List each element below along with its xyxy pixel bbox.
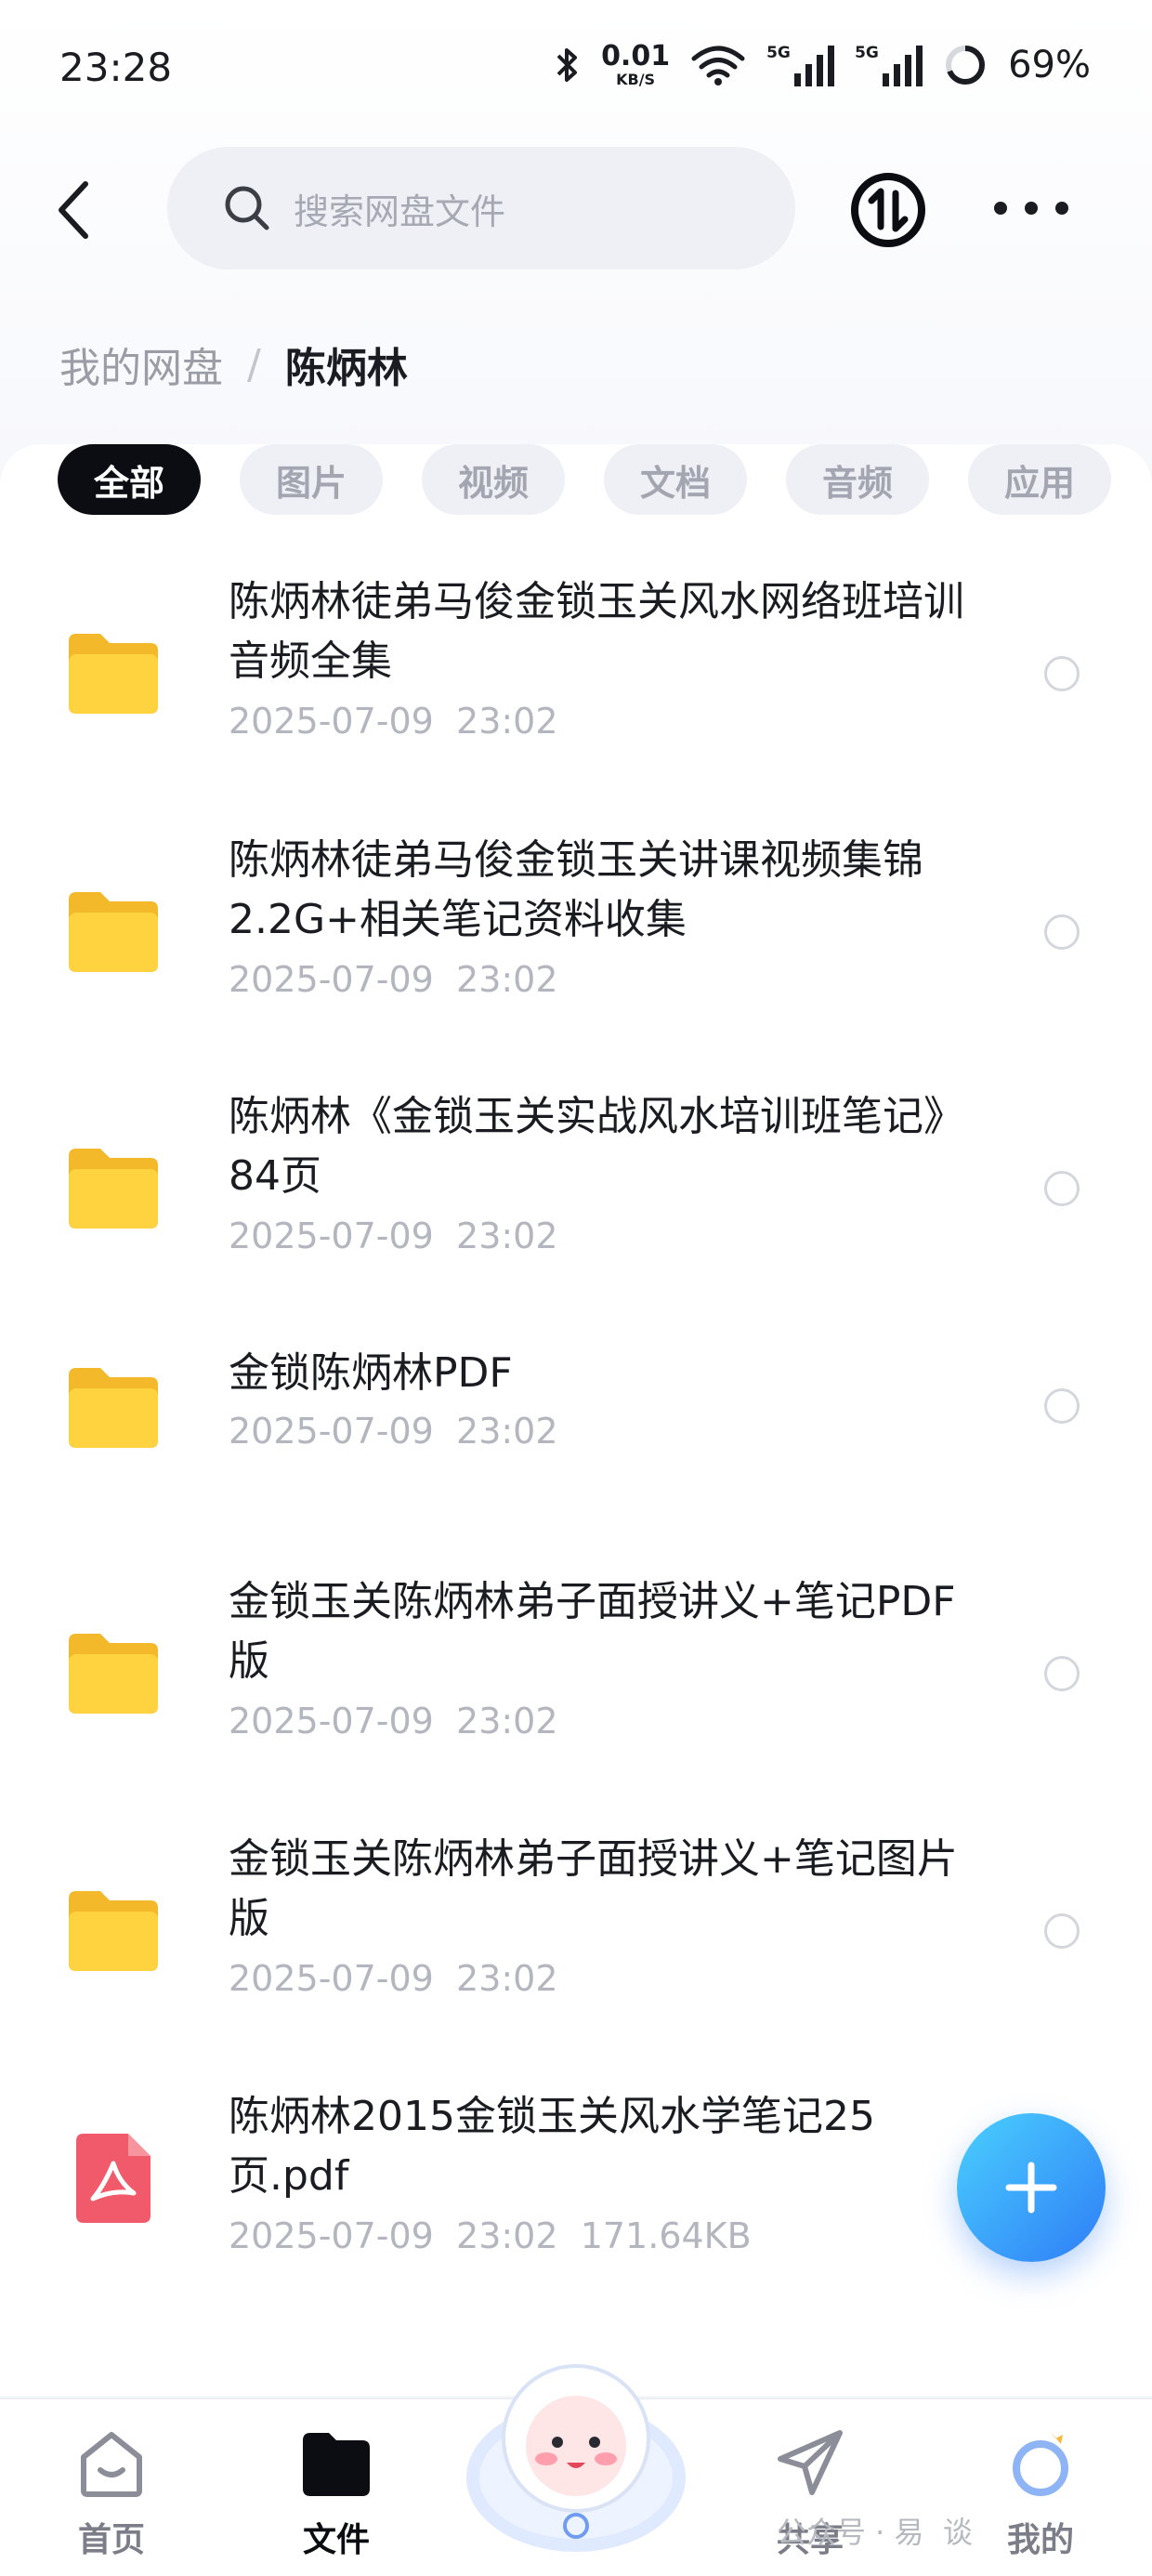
battery-ring-icon <box>946 46 986 85</box>
file-date: 2025-07-09 <box>229 701 434 742</box>
file-time: 23:02 <box>456 1701 558 1741</box>
sim1-label: 5G <box>766 44 791 62</box>
search-icon <box>225 186 269 230</box>
more-options-button[interactable] <box>994 180 1068 236</box>
file-time: 23:02 <box>456 1216 558 1256</box>
file-meta: 2025-07-09 23:02 <box>229 959 558 1000</box>
watermark: 公众号 · 易 谈 <box>777 2515 973 2550</box>
file-panel: 全部 图片 视频 文档 音频 应用 陈炳林徒弟马俊金锁玉关风水网络班培训音频全集… <box>0 444 1152 2396</box>
file-name: 陈炳林徒弟马俊金锁玉关讲课视频集锦2.2G+相关笔记资料收集 <box>229 836 923 943</box>
file-size: 171.64KB <box>580 2215 752 2256</box>
file-meta: 2025-07-09 23:02 <box>229 1216 558 1256</box>
chevron-left-icon <box>59 181 88 239</box>
home-icon <box>81 2432 142 2497</box>
paper-plane-icon <box>778 2430 843 2495</box>
header: 搜索网盘文件 <box>0 139 1152 279</box>
status-time: 23:28 <box>59 45 173 90</box>
folder-icon <box>69 634 158 714</box>
profile-ring-icon <box>1013 2431 1068 2496</box>
folder-icon <box>69 892 158 972</box>
filter-tabs: 全部 图片 视频 文档 音频 应用 <box>58 444 1111 515</box>
search-placeholder: 搜索网盘文件 <box>294 191 506 232</box>
breadcrumb-current: 陈炳林 <box>284 345 408 392</box>
select-radio[interactable] <box>1044 1388 1080 1424</box>
nav-home[interactable]: 首页 <box>37 2425 186 2561</box>
add-button[interactable] <box>957 2113 1106 2262</box>
select-radio[interactable] <box>1044 1656 1080 1691</box>
nav-profile[interactable]: 我的 <box>966 2425 1115 2561</box>
mascot-icon[interactable] <box>457 2338 695 2561</box>
net-speed-unit: KB/S <box>616 71 656 88</box>
nav-home-label: 首页 <box>77 2521 145 2559</box>
file-date: 2025-07-09 <box>229 1216 434 1256</box>
file-time: 23:02 <box>456 1411 558 1452</box>
file-date: 2025-07-09 <box>229 1958 434 1999</box>
list-item[interactable]: 陈炳林徒弟马俊金锁玉关讲课视频集锦2.2G+相关笔记资料收集 2025-07-0… <box>0 831 1152 1035</box>
dot-icon <box>994 202 1007 215</box>
signal-icon: 5G <box>766 44 835 86</box>
file-name: 陈炳林徒弟马俊金锁玉关风水网络班培训音频全集 <box>229 578 964 685</box>
file-date: 2025-07-09 <box>229 2215 434 2256</box>
list-item[interactable]: 陈炳林徒弟马俊金锁玉关风水网络班培训音频全集 2025-07-09 23:02 <box>0 572 1152 777</box>
status-indicators: 0.01 KB/S 5G 5G 69% <box>555 37 1091 93</box>
list-item[interactable]: 金锁玉关陈炳林弟子面授讲义+笔记图片版 2025-07-09 23:02 <box>0 1830 1152 2034</box>
file-date: 2025-07-09 <box>229 1411 434 1452</box>
back-button[interactable] <box>45 173 104 247</box>
folder-icon <box>69 1891 158 1971</box>
tab-all[interactable]: 全部 <box>58 444 201 515</box>
select-radio[interactable] <box>1044 1913 1080 1949</box>
file-time: 23:02 <box>456 2215 558 2256</box>
tab-apps[interactable]: 应用 <box>968 444 1111 515</box>
file-meta: 2025-07-09 23:02 <box>229 1958 558 1999</box>
folder-icon <box>69 1634 158 1714</box>
search-input[interactable]: 搜索网盘文件 <box>167 147 795 269</box>
signal-icon-2: 5G <box>855 44 923 86</box>
status-bar: 23:28 0.01 KB/S 5G 5G 69% <box>0 0 1152 139</box>
tab-documents[interactable]: 文档 <box>604 444 747 515</box>
tab-audio[interactable]: 音频 <box>786 444 929 515</box>
nav-profile-label: 我的 <box>1006 2521 1074 2559</box>
list-item[interactable]: 陈炳林《金锁玉关实战风水培训班笔记》84页 2025-07-09 23:02 <box>0 1087 1152 1292</box>
tab-videos[interactable]: 视频 <box>422 444 565 515</box>
file-time: 23:02 <box>456 1958 558 1999</box>
file-meta: 2025-07-09 23:02 <box>229 1701 558 1741</box>
folder-icon <box>303 2433 370 2496</box>
net-speed-value: 0.01 <box>601 40 671 72</box>
list-item[interactable]: 金锁玉关陈炳林弟子面授讲义+笔记PDF版 2025-07-09 23:02 <box>0 1572 1152 1777</box>
transfer-icon[interactable] <box>849 171 927 249</box>
file-name: 金锁玉关陈炳林弟子面授讲义+笔记PDF版 <box>229 1578 956 1685</box>
file-name: 陈炳林2015金锁玉关风水学笔记25页.pdf <box>229 2093 875 2200</box>
file-name: 金锁玉关陈炳林弟子面授讲义+笔记图片版 <box>229 1835 958 1942</box>
file-date: 2025-07-09 <box>229 1701 434 1741</box>
list-item[interactable]: 金锁陈炳林PDF 2025-07-09 23:02 <box>0 1344 1152 1492</box>
dot-icon <box>1055 202 1068 215</box>
breadcrumb-separator: / <box>247 340 261 388</box>
file-time: 23:02 <box>456 959 558 1000</box>
folder-icon <box>69 1368 158 1448</box>
sim2-label: 5G <box>855 44 879 62</box>
net-speed: 0.01 KB/S <box>601 43 670 87</box>
bluetooth-icon <box>556 48 578 82</box>
file-meta: 2025-07-09 23:02 171.64KB <box>229 2215 752 2256</box>
file-date: 2025-07-09 <box>229 959 434 1000</box>
tab-images[interactable]: 图片 <box>240 444 383 515</box>
pdf-icon <box>76 2134 151 2223</box>
select-radio[interactable] <box>1044 656 1080 691</box>
file-meta: 2025-07-09 23:02 <box>229 1411 558 1452</box>
folder-icon <box>69 1149 158 1229</box>
file-name: 金锁陈炳林PDF <box>229 1349 513 1397</box>
plus-icon <box>1005 2162 1057 2214</box>
dot-icon <box>1025 202 1038 215</box>
select-radio[interactable] <box>1044 1171 1080 1206</box>
breadcrumb: 我的网盘 / 陈炳林 <box>59 335 408 394</box>
nav-files-label: 文件 <box>302 2521 370 2559</box>
file-name: 陈炳林《金锁玉关实战风水培训班笔记》84页 <box>229 1093 964 1200</box>
battery-percent: 69% <box>1008 44 1091 86</box>
file-meta: 2025-07-09 23:02 <box>229 701 558 742</box>
nav-files[interactable]: 文件 <box>262 2425 411 2561</box>
breadcrumb-root[interactable]: 我的网盘 <box>59 335 223 394</box>
file-time: 23:02 <box>456 701 558 742</box>
select-radio[interactable] <box>1044 914 1080 950</box>
wifi-icon <box>691 46 745 85</box>
